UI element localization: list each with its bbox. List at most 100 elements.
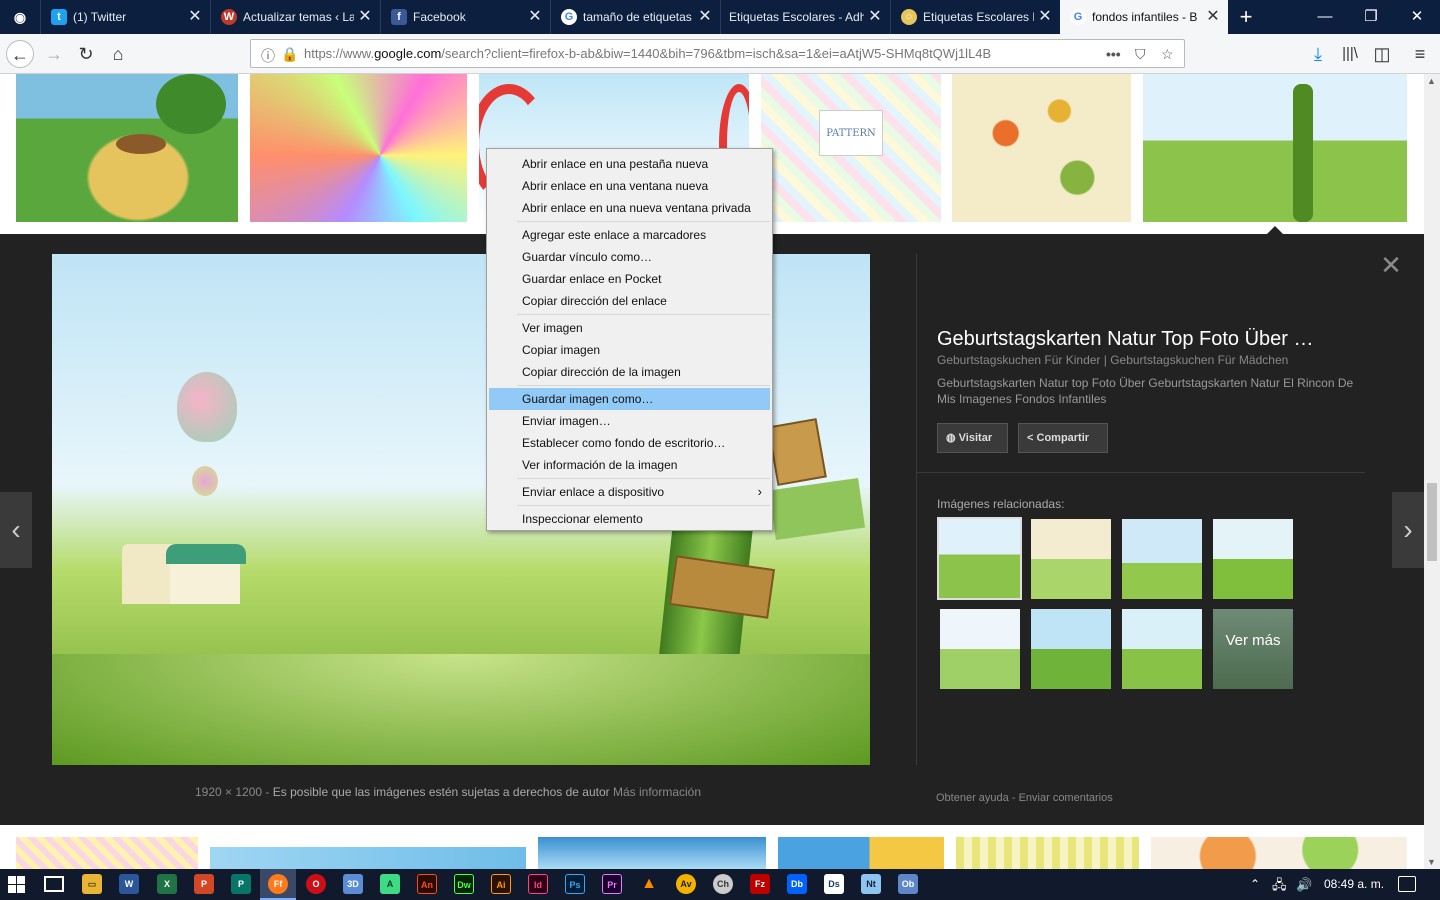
menu-copy-image[interactable]: Copiar imagen: [489, 339, 770, 361]
close-icon[interactable]: ✕: [188, 0, 202, 34]
get-help-link[interactable]: Obtener ayuda: [936, 792, 1009, 804]
result-thumbnail[interactable]: [16, 837, 198, 869]
opera-icon[interactable]: O: [306, 874, 326, 894]
result-thumbnail-rainbow-abstract[interactable]: [250, 74, 467, 222]
result-thumbnail-pattern[interactable]: PATTERN: [761, 74, 941, 222]
result-thumbnail[interactable]: [778, 837, 944, 869]
sidebar-icon[interactable]: ◫: [1368, 40, 1396, 68]
clock[interactable]: 08:49 a. m.: [1324, 869, 1384, 900]
see-more-thumbnail[interactable]: Ver más: [1213, 609, 1293, 689]
file-explorer-icon[interactable]: ▭: [82, 874, 102, 894]
vlc-icon[interactable]: ▲: [639, 874, 659, 894]
related-thumbnail[interactable]: [940, 609, 1020, 689]
menu-save-image-as[interactable]: Guardar imagen como…: [489, 388, 770, 410]
forward-arrow-icon[interactable]: →: [40, 40, 68, 68]
library-icon[interactable]: |||\: [1336, 40, 1364, 68]
page-actions-icon[interactable]: •••: [1106, 46, 1121, 62]
firefox-icon[interactable]: Ff: [268, 874, 288, 894]
avast-icon[interactable]: Av: [676, 874, 696, 894]
menu-view-image[interactable]: Ver imagen: [489, 317, 770, 339]
android-icon[interactable]: A: [380, 874, 400, 894]
chrome-like-icon[interactable]: Ch: [713, 874, 733, 894]
menu-open-link-new-window[interactable]: Abrir enlace en una ventana nueva: [489, 175, 770, 197]
tab-private[interactable]: ◉: [0, 0, 40, 34]
close-icon[interactable]: ✕: [868, 0, 882, 34]
home-icon[interactable]: ⌂: [104, 40, 132, 68]
premiere-icon[interactable]: Pr: [602, 874, 622, 894]
result-thumbnail[interactable]: [956, 837, 1139, 869]
close-panel-icon[interactable]: ✕: [1378, 252, 1404, 278]
related-thumbnail[interactable]: [1031, 519, 1111, 599]
related-thumbnail[interactable]: [1122, 609, 1202, 689]
filezilla-icon[interactable]: Fz: [750, 874, 770, 894]
back-arrow-icon[interactable]: ←: [6, 40, 34, 68]
menu-save-link-as[interactable]: Guardar vínculo como…: [489, 246, 770, 268]
3d-builder-icon[interactable]: 3D: [343, 874, 363, 894]
result-thumbnail-selected[interactable]: [1143, 74, 1407, 222]
url-text[interactable]: https://www.google.com/search?client=fir…: [304, 40, 1074, 67]
share-button[interactable]: < Compartir: [1018, 423, 1108, 453]
result-thumbnail[interactable]: [1151, 837, 1407, 869]
close-icon[interactable]: ✕: [528, 0, 542, 34]
windows-start-icon[interactable]: [8, 876, 25, 893]
reload-icon[interactable]: ↻: [72, 40, 100, 68]
animate-icon[interactable]: An: [417, 874, 437, 894]
desktop-app-icon[interactable]: Ds: [824, 874, 844, 894]
bookmark-star-icon[interactable]: ☆: [1161, 46, 1174, 63]
window-close-icon[interactable]: ✕: [1394, 0, 1440, 34]
close-icon[interactable]: ✕: [1038, 0, 1052, 34]
result-thumbnail-doodle-pattern[interactable]: [952, 74, 1131, 222]
new-tab-plus-icon[interactable]: +: [1228, 0, 1264, 34]
excel-icon[interactable]: X: [157, 874, 177, 894]
menu-view-image-info[interactable]: Ver información de la imagen: [489, 454, 770, 476]
dreamweaver-icon[interactable]: Dw: [454, 874, 474, 894]
dropbox-icon[interactable]: Db: [787, 874, 807, 894]
url-bar[interactable]: ⓘ 🔒 https://www.google.com/search?client…: [250, 39, 1185, 68]
photoshop-icon[interactable]: Ps: [565, 874, 585, 894]
menu-bookmark-link[interactable]: Agregar este enlace a marcadores: [489, 224, 770, 246]
scroll-down-icon[interactable]: ▼: [1427, 857, 1436, 867]
tab-facebook[interactable]: f Facebook ✕: [380, 0, 550, 34]
indesign-icon[interactable]: Id: [528, 874, 548, 894]
result-thumbnail[interactable]: [538, 837, 766, 869]
visit-button[interactable]: ◍ Visitar: [937, 423, 1008, 453]
restore-icon[interactable]: ❐: [1348, 0, 1394, 34]
notepad-icon[interactable]: Nt: [861, 874, 881, 894]
more-info-link[interactable]: Más información: [613, 785, 701, 799]
image-title[interactable]: Geburtstagskarten Natur Top Foto Über …: [937, 328, 1357, 351]
app-icon[interactable]: Ob: [898, 874, 918, 894]
related-thumbnail[interactable]: [1213, 519, 1293, 599]
publisher-icon[interactable]: P: [231, 874, 251, 894]
menu-save-link-pocket[interactable]: Guardar enlace en Pocket: [489, 268, 770, 290]
tab-twitter[interactable]: t (1) Twitter ✕: [40, 0, 210, 34]
menu-send-link-to-device[interactable]: Enviar enlace a dispositivo ›: [489, 481, 770, 503]
network-icon[interactable]: 🖧: [1272, 869, 1287, 900]
page-scrollbar[interactable]: ▲ ▼: [1424, 74, 1440, 869]
tab-etiquetas-p[interactable]: ○ Etiquetas Escolares P ✕: [890, 0, 1060, 34]
related-thumbnail[interactable]: [937, 517, 1022, 600]
menu-inspect-element[interactable]: Inspeccionar elemento: [489, 508, 770, 530]
illustrator-icon[interactable]: Ai: [491, 874, 511, 894]
menu-open-link-private-window[interactable]: Abrir enlace en una nueva ventana privad…: [489, 197, 770, 219]
minimize-icon[interactable]: —: [1302, 0, 1348, 34]
download-icon[interactable]: ⤓: [1304, 40, 1332, 68]
previous-image-chevron-icon[interactable]: ‹: [0, 492, 32, 568]
close-icon[interactable]: ✕: [1206, 0, 1220, 34]
notifications-icon[interactable]: [1398, 876, 1416, 892]
task-view-icon[interactable]: [44, 876, 64, 892]
close-icon[interactable]: ✕: [698, 0, 712, 34]
pocket-icon[interactable]: ⛉: [1135, 46, 1146, 63]
tab-tamano-etiquetas[interactable]: G tamaño de etiquetas ✕: [550, 0, 720, 34]
result-thumbnail[interactable]: [210, 847, 526, 869]
word-icon[interactable]: W: [119, 874, 139, 894]
scrollbar-thumb[interactable]: [1427, 483, 1437, 561]
menu-set-desktop-background[interactable]: Establecer como fondo de escritorio…: [489, 432, 770, 454]
send-feedback-link[interactable]: Enviar comentarios: [1019, 792, 1113, 804]
menu-copy-image-address[interactable]: Copiar dirección de la imagen: [489, 361, 770, 383]
menu-send-image[interactable]: Enviar imagen…: [489, 410, 770, 432]
info-icon[interactable]: ⓘ: [261, 46, 275, 66]
menu-hamburger-icon[interactable]: ≡: [1406, 40, 1434, 68]
show-hidden-icons-chevron-icon[interactable]: ⌃: [1250, 869, 1260, 900]
menu-open-link-new-tab[interactable]: Abrir enlace en una pestaña nueva: [489, 153, 770, 175]
tab-etiquetas-adh[interactable]: Etiquetas Escolares - Adh ✕: [720, 0, 890, 34]
